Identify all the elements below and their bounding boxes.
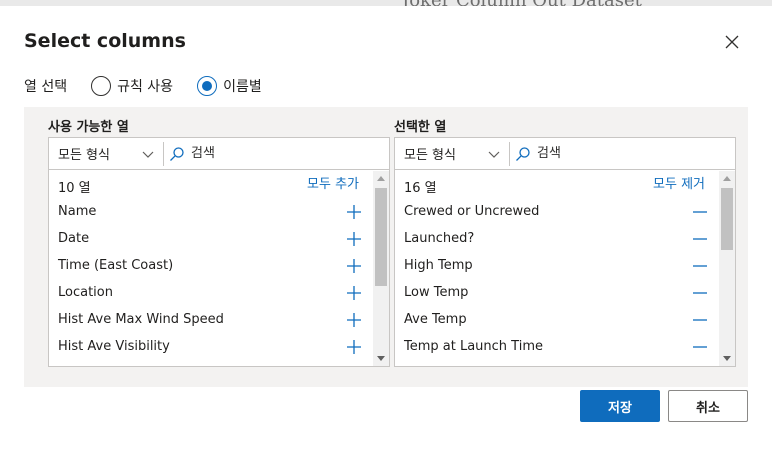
plus-icon: [347, 232, 361, 246]
close-button[interactable]: [720, 30, 744, 54]
radio-by-name[interactable]: 이름별: [197, 76, 262, 96]
list-item[interactable]: Time (East Coast): [49, 252, 375, 279]
available-type-dropdown[interactable]: 모든 형식: [49, 138, 163, 169]
available-items: Name Date Time (East Coast) Location His…: [49, 198, 375, 366]
list-item-label: Hist Ave Max Wind Speed: [58, 312, 224, 327]
list-item[interactable]: Launched?: [395, 225, 721, 252]
remove-column-button[interactable]: [691, 230, 709, 248]
filter-divider: [509, 142, 510, 166]
search-icon: [170, 146, 184, 161]
available-search[interactable]: [169, 138, 385, 169]
close-icon: [725, 35, 739, 49]
remove-column-button[interactable]: [691, 203, 709, 221]
radio-use-rules-label: 규칙 사용: [117, 79, 174, 95]
list-item-label: Location: [58, 285, 113, 300]
remove-column-button[interactable]: [691, 338, 709, 356]
list-item[interactable]: Low Temp: [395, 279, 721, 306]
plus-icon: [347, 340, 361, 354]
list-item-label: Launched?: [404, 231, 475, 246]
list-item-label: Ave Temp: [404, 312, 467, 327]
scroll-thumb[interactable]: [375, 188, 387, 286]
list-item-label: Date: [58, 231, 90, 246]
scroll-down-arrow-icon[interactable]: [723, 356, 731, 361]
selected-type-value: 모든 형식: [404, 148, 456, 163]
minus-icon: [693, 346, 707, 348]
available-type-value: 모든 형식: [58, 148, 110, 163]
available-search-input[interactable]: [191, 146, 371, 161]
list-item-label: Crewed or Uncrewed: [404, 204, 540, 219]
list-item-label: Time (East Coast): [58, 258, 174, 273]
add-column-button[interactable]: [345, 284, 363, 302]
chevron-down-icon: [142, 151, 154, 158]
minus-icon: [693, 238, 707, 240]
plus-icon: [347, 259, 361, 273]
selected-count: 16 열: [404, 181, 437, 196]
list-item-label: Hist Ave Visibility: [58, 339, 170, 354]
list-item-label: Temp at Launch Time: [404, 339, 543, 354]
selected-count-row: 16 열 모두 제거: [395, 171, 721, 198]
selected-columns-list: 모든 형식 16 열 모두 제거 Crewed or Uncrewed Laun…: [394, 137, 736, 367]
column-select-label: 열 선택: [24, 79, 68, 95]
dialog-title: Select columns: [24, 30, 186, 52]
available-filter-bar: 모든 형식: [49, 138, 389, 170]
scroll-thumb[interactable]: [721, 188, 733, 250]
search-icon: [516, 146, 530, 161]
add-column-button[interactable]: [345, 338, 363, 356]
selected-scrollbar[interactable]: [719, 171, 735, 366]
remove-column-button[interactable]: [691, 257, 709, 275]
cancel-button[interactable]: 취소: [668, 390, 748, 422]
add-all-button[interactable]: 모두 추가: [307, 173, 359, 192]
selected-search-input[interactable]: [537, 146, 717, 161]
filter-divider: [163, 142, 164, 166]
list-item-label: Name: [58, 204, 97, 219]
list-item[interactable]: Crewed or Uncrewed: [395, 198, 721, 225]
available-count: 10 열: [58, 181, 91, 196]
remove-column-button[interactable]: [691, 311, 709, 329]
list-item[interactable]: Hist Ave Visibility: [49, 333, 375, 360]
minus-icon: [693, 319, 707, 321]
remove-all-button[interactable]: 모두 제거: [653, 173, 705, 192]
selected-search[interactable]: [515, 138, 731, 169]
list-item[interactable]: Name: [49, 198, 375, 225]
add-column-button[interactable]: [345, 230, 363, 248]
plus-icon: [347, 286, 361, 300]
add-column-button[interactable]: [345, 203, 363, 221]
radio-use-rules-circle[interactable]: [91, 76, 112, 96]
add-column-button[interactable]: [345, 257, 363, 275]
list-item[interactable]: Date: [49, 225, 375, 252]
save-button[interactable]: 저장: [580, 390, 660, 422]
list-item-label: High Temp: [404, 258, 473, 273]
minus-icon: [693, 265, 707, 267]
scroll-up-arrow-icon[interactable]: [723, 176, 731, 181]
selected-columns-title: 선택한 열: [394, 120, 447, 135]
plus-icon: [347, 205, 361, 219]
scroll-down-arrow-icon[interactable]: [377, 356, 385, 361]
radio-use-rules[interactable]: 규칙 사용: [91, 76, 173, 96]
available-count-row: 10 열 모두 추가: [49, 171, 375, 198]
minus-icon: [693, 292, 707, 294]
selected-filter-bar: 모든 형식: [395, 138, 735, 170]
available-columns-list: 모든 형식 10 열 모두 추가 Name Date: [48, 137, 390, 367]
list-item-label: Low Temp: [404, 285, 469, 300]
selected-items: Crewed or Uncrewed Launched? High Temp L…: [395, 198, 721, 366]
list-item[interactable]: Hist Ave Max Wind Speed: [49, 306, 375, 333]
remove-column-button[interactable]: [691, 284, 709, 302]
radio-by-name-circle[interactable]: [197, 76, 218, 96]
scroll-up-arrow-icon[interactable]: [377, 176, 385, 181]
list-item[interactable]: Location: [49, 279, 375, 306]
radio-by-name-label: 이름별: [223, 79, 262, 95]
available-scrollbar[interactable]: [373, 171, 389, 366]
add-column-button[interactable]: [345, 311, 363, 329]
minus-icon: [693, 211, 707, 213]
list-item[interactable]: High Temp: [395, 252, 721, 279]
column-select-mode: 열 선택 규칙 사용 이름별: [24, 76, 286, 96]
selected-type-dropdown[interactable]: 모든 형식: [395, 138, 509, 169]
chevron-down-icon: [488, 151, 500, 158]
available-columns-title: 사용 가능한 열: [48, 120, 129, 135]
list-item[interactable]: Ave Temp: [395, 306, 721, 333]
plus-icon: [347, 313, 361, 327]
list-item[interactable]: Temp at Launch Time: [395, 333, 721, 360]
